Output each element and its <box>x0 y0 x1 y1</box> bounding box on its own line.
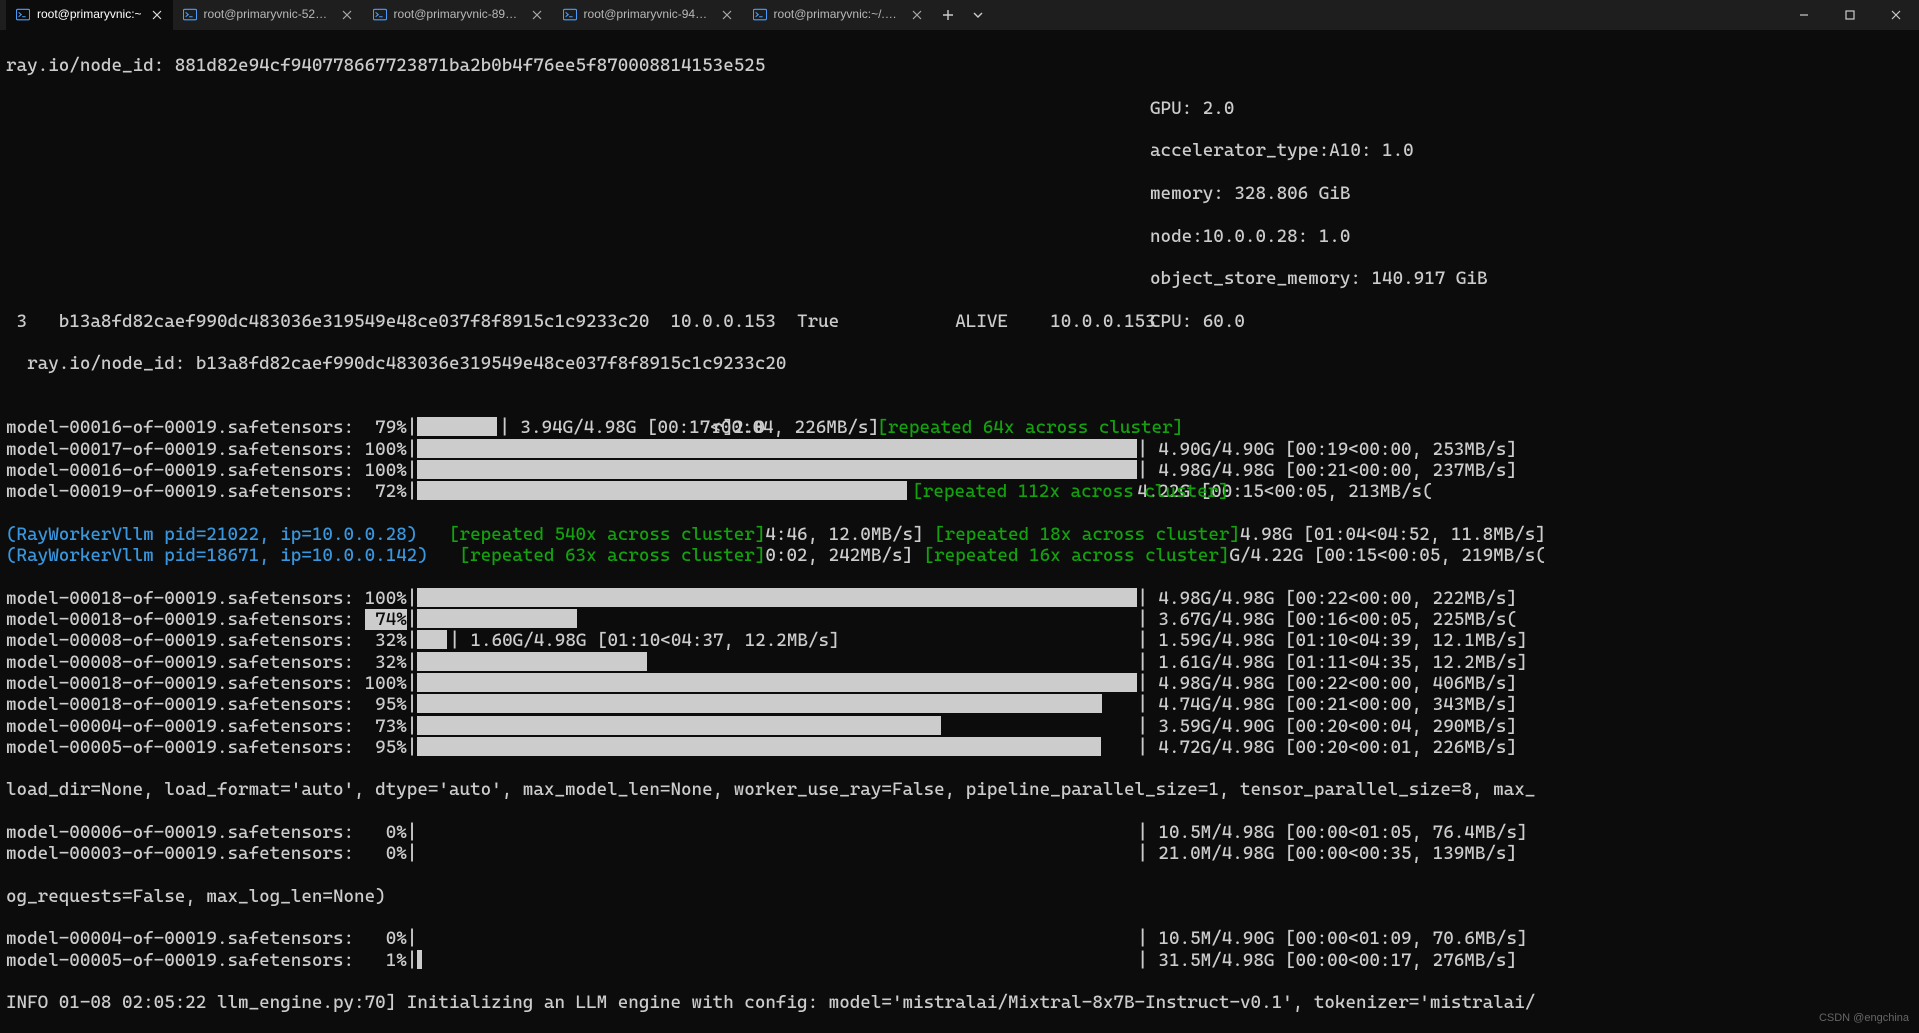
node-id2-line: ray.io/node_id: b13a8fd82caef990dc483036… <box>6 353 1913 374</box>
progress-line: model-00005-of-00019.safetensors: 1%|| 3… <box>6 950 1913 971</box>
close-window-button[interactable] <box>1873 0 1919 30</box>
tab-2[interactable]: root@primaryvnic-899757:~ <box>363 0 553 30</box>
close-icon[interactable] <box>909 7 925 23</box>
close-icon[interactable] <box>719 7 735 23</box>
progress-line: model-00004-of-00019.safetensors: 0%|| 1… <box>6 928 1913 949</box>
terminal-icon <box>563 8 577 22</box>
close-icon[interactable] <box>339 7 355 23</box>
ray-line: (RayWorkerVllm pid=21022, ip=10.0.0.28) … <box>6 524 1913 545</box>
progress-line: model-00018-of-00019.safetensors: 100%||… <box>6 673 1913 694</box>
tab-label: root@primaryvnic:~/.cache/hu <box>774 4 902 25</box>
terminal-icon <box>753 8 767 22</box>
minimize-button[interactable] <box>1781 0 1827 30</box>
terminal-icon <box>16 8 30 22</box>
progress-line: model-00018-of-00019.safetensors: 95%|| … <box>6 694 1913 715</box>
tab-label: root@primaryvnic-899757:~ <box>394 4 522 25</box>
progress-line: model-00016-of-00019.safetensors: 100%||… <box>6 460 1913 481</box>
tab-dropdown-button[interactable] <box>963 0 993 30</box>
terminal-icon <box>183 8 197 22</box>
progress-line: model-00018-of-00019.safetensors: 74%|| … <box>6 609 1913 630</box>
watermark: CSDN @engchina <box>1819 1008 1909 1029</box>
info-line-0: INFO 01-08 02:05:22 llm_engine.py:70] In… <box>6 992 1913 1013</box>
progress-line: model-00016-of-00019.safetensors: 79%|| … <box>6 417 1913 438</box>
progress-group-2: model-00018-of-00019.safetensors: 100%||… <box>6 588 1913 758</box>
progress-group-1: model-00016-of-00019.safetensors: 79%|| … <box>6 417 1913 502</box>
terminal-output[interactable]: ray.io/node_id: 881d82e94cf9407786677238… <box>0 30 1919 1033</box>
stat-cpu: CPU: 60.0 <box>1150 311 1245 332</box>
node-row: 3 b13a8fd82caef990dc483036e319549e48ce03… <box>6 311 1156 332</box>
progress-line: model-00018-of-00019.safetensors: 100%||… <box>6 588 1913 609</box>
stat-gpu: GPU: 2.0 <box>1150 98 1234 119</box>
ray-lines: (RayWorkerVllm pid=21022, ip=10.0.0.28) … <box>6 524 1913 567</box>
progress-line: model-00017-of-00019.safetensors: 100%||… <box>6 439 1913 460</box>
close-icon[interactable] <box>149 7 165 23</box>
tab-label: root@primaryvnic-945244:~ <box>584 4 712 25</box>
progress-line: model-00006-of-00019.safetensors: 0%|| 1… <box>6 822 1913 843</box>
terminal-icon <box>373 8 387 22</box>
titlebar-drag[interactable] <box>993 0 1781 30</box>
window-buttons <box>1781 0 1919 30</box>
progress-line: model-00008-of-00019.safetensors: 32%|| … <box>6 652 1913 673</box>
titlebar: root@primaryvnic:~ root@primaryvnic-5249… <box>0 0 1919 30</box>
progress-group-4: model-00004-of-00019.safetensors: 0%|| 1… <box>6 928 1913 971</box>
stat-node: node:10.0.0.28: 1.0 <box>1150 226 1350 247</box>
tab-label: root@primaryvnic-524981:~ <box>204 4 332 25</box>
ray-line: (RayWorkerVllm pid=18671, ip=10.0.0.142)… <box>6 545 1913 566</box>
progress-line: model-00003-of-00019.safetensors: 0%|| 2… <box>6 843 1913 864</box>
progress-line: model-00019-of-00019.safetensors: 72%|[r… <box>6 481 1913 502</box>
new-tab-button[interactable] <box>933 0 963 30</box>
stat-mem: memory: 328.806 GiB <box>1150 183 1350 204</box>
stat-accel: accelerator_type:A10: 1.0 <box>1150 140 1414 161</box>
progress-line: model-00008-of-00019.safetensors: 32%|| … <box>6 630 1913 651</box>
tab-1[interactable]: root@primaryvnic-524981:~ <box>173 0 363 30</box>
progress-line: model-00005-of-00019.safetensors: 95%|| … <box>6 737 1913 758</box>
node-id-line: ray.io/node_id: 881d82e94cf9407786677238… <box>6 55 1913 76</box>
stat-obj: object_store_memory: 140.917 GiB <box>1150 268 1488 289</box>
load-line: load_dir=None, load_format='auto', dtype… <box>6 779 1913 800</box>
maximize-button[interactable] <box>1827 0 1873 30</box>
progress-group-3: model-00006-of-00019.safetensors: 0%|| 1… <box>6 822 1913 865</box>
close-icon[interactable] <box>529 7 545 23</box>
tab-0[interactable]: root@primaryvnic:~ <box>6 0 173 30</box>
tab-label: root@primaryvnic:~ <box>37 4 142 25</box>
tab-3[interactable]: root@primaryvnic-945244:~ <box>553 0 743 30</box>
og-line: og_requests=False, max_log_len=None) <box>6 886 1913 907</box>
progress-line: model-00004-of-00019.safetensors: 73%|| … <box>6 716 1913 737</box>
tab-4[interactable]: root@primaryvnic:~/.cache/hu <box>743 0 933 30</box>
